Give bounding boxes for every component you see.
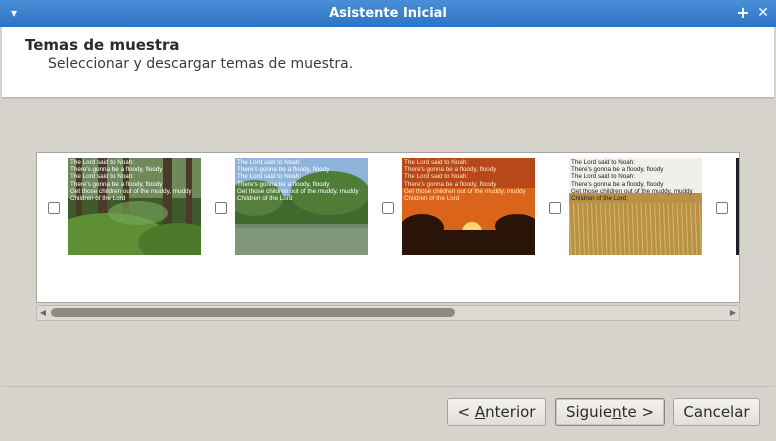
- theme-preview-line: There's gonna be a floody, floody: [571, 166, 664, 174]
- theme-preview-line: There's gonna be a floody, floody: [70, 180, 163, 188]
- theme-checkbox[interactable]: [48, 202, 60, 214]
- cancel-button[interactable]: Cancelar: [673, 398, 760, 426]
- theme-preview-text: The Lord said to Noah: There's gonna be a…: [571, 159, 700, 202]
- startup-wizard-window: ▾ Asistente Inicial + ✕ Temas de muestra…: [0, 0, 776, 441]
- theme-list[interactable]: The Lord said to Noah: There's gonna be a…: [36, 152, 740, 303]
- theme-preview-line: There's gonna be a floody, floody: [70, 166, 163, 174]
- chevron-down-icon[interactable]: ▾: [6, 4, 22, 22]
- page-subtitle: Seleccionar y descargar temas de muestra…: [48, 56, 354, 72]
- scroll-left-icon[interactable]: ◀: [37, 306, 49, 320]
- back-button[interactable]: < Anterior: [447, 398, 546, 426]
- theme-thumbnail[interactable]: [736, 158, 739, 255]
- theme-preview-line: The Lord said to Noah:: [237, 173, 302, 181]
- theme-preview-line: Children of the Lord: [237, 195, 293, 203]
- scroll-right-icon[interactable]: ▶: [727, 306, 739, 320]
- back-mnemonic: A: [474, 403, 486, 421]
- theme-thumbnail[interactable]: The Lord said to Noah: There's gonna be a…: [402, 158, 535, 255]
- next-mnemonic: n: [612, 403, 622, 421]
- theme-preview-line: The Lord said to Noah:: [571, 173, 636, 181]
- theme-preview-line: There's gonna be a floody, floody: [404, 180, 497, 188]
- footer-divider: [2, 386, 774, 387]
- scrollbar-thumb[interactable]: [51, 308, 455, 317]
- theme-preview-line: Children of the Lord: [571, 195, 627, 203]
- theme-preview-line: The Lord said to Noah:: [70, 159, 135, 166]
- theme-preview-line: The Lord said to Noah:: [404, 173, 469, 181]
- theme-preview-line: There's gonna be a floody, floody: [571, 180, 664, 188]
- theme-checkbox[interactable]: [549, 202, 561, 214]
- theme-preview-line: Get those children out of the muddy, mud…: [404, 187, 526, 195]
- theme-preview-line: Get those children out of the muddy, mud…: [237, 187, 359, 195]
- theme-preview-text: The Lord said to Noah: There's gonna be a…: [404, 159, 533, 202]
- theme-preview-line: There's gonna be a floody, floody: [237, 180, 330, 188]
- title-bar[interactable]: ▾ Asistente Inicial + ✕: [0, 0, 776, 27]
- theme-preview-line: The Lord said to Noah:: [237, 159, 302, 166]
- theme-checkbox[interactable]: [382, 202, 394, 214]
- theme-thumbnail[interactable]: The Lord said to Noah: There's gonna be a…: [569, 158, 702, 255]
- plus-icon[interactable]: +: [736, 3, 750, 23]
- next-rest: te >: [621, 403, 655, 421]
- page-title: Temas de muestra: [25, 36, 180, 54]
- close-icon[interactable]: ✕: [756, 3, 770, 23]
- theme-preview-line: The Lord said to Noah:: [70, 173, 135, 181]
- theme-preview-line: There's gonna be a floody, floody: [404, 166, 497, 174]
- theme-preview-text: The Lord said to Noah: There's gonna be a…: [237, 159, 366, 202]
- window-title: Asistente Inicial: [329, 6, 447, 21]
- theme-preview-line: Children of the Lord: [70, 195, 126, 203]
- header-divider: [2, 98, 774, 99]
- theme-preview-line: Get those children out of the muddy, mud…: [70, 187, 192, 195]
- theme-preview-line: The Lord said to Noah:: [571, 159, 636, 166]
- back-rest: nterior: [485, 403, 536, 421]
- theme-checkbox[interactable]: [716, 202, 728, 214]
- theme-preview-text: The Lord said to Noah: There's gonna be a…: [70, 159, 199, 202]
- horizontal-scrollbar[interactable]: ◀ ▶: [36, 305, 740, 321]
- theme-preview-line: Get those children out of the muddy, mud…: [571, 187, 693, 195]
- back-prefix: <: [457, 403, 475, 421]
- theme-preview-line: Children of the Lord: [404, 195, 460, 203]
- next-prefix: Siguie: [565, 403, 613, 421]
- next-button[interactable]: Siguie n te >: [555, 398, 665, 426]
- theme-checkbox[interactable]: [215, 202, 227, 214]
- page-header: Temas de muestra Seleccionar y descargar…: [2, 27, 774, 98]
- theme-preview-line: The Lord said to Noah:: [404, 159, 469, 166]
- theme-thumbnail[interactable]: The Lord said to Noah: There's gonna be a…: [235, 158, 368, 255]
- theme-thumbnail[interactable]: The Lord said to Noah: There's gonna be a…: [68, 158, 201, 255]
- theme-preview-line: There's gonna be a floody, floody: [237, 166, 330, 174]
